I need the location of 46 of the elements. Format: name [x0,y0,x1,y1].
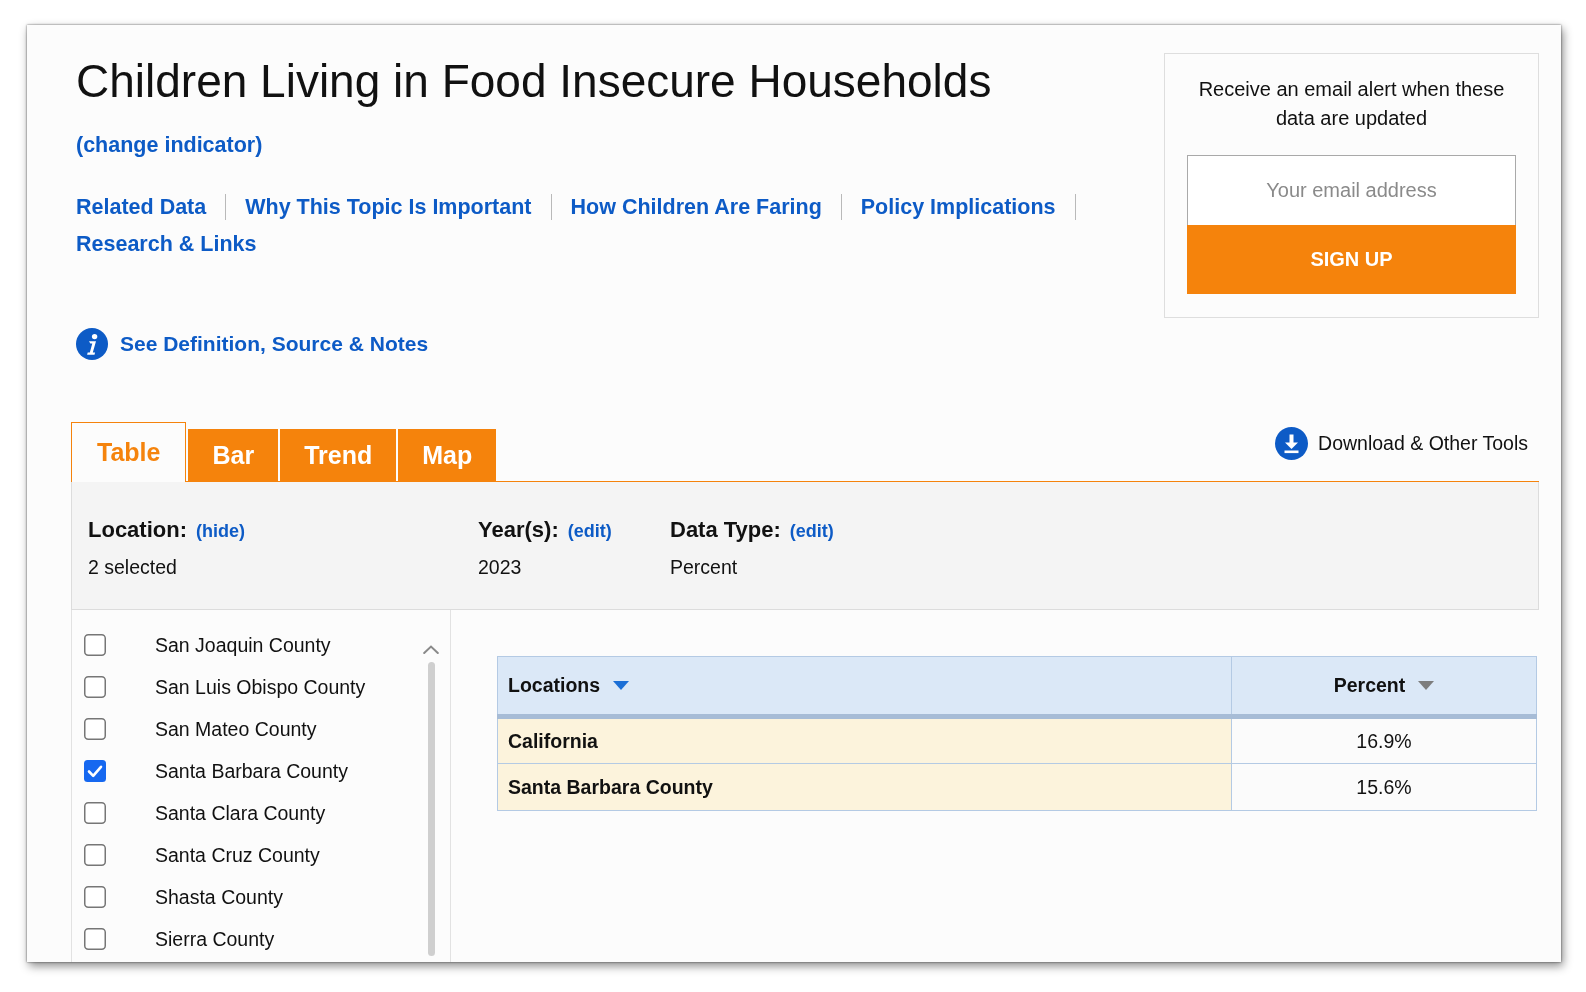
filter-value: Percent [670,555,739,580]
nav-link[interactable]: Related Data [76,193,207,220]
nav-link[interactable]: How Children Are Faring [570,193,822,220]
filter-link[interactable]: (hide) [196,521,245,542]
nav-link[interactable]: Research & Links [76,230,257,257]
table-cell: 16.9% [1231,716,1537,764]
location-name[interactable]: Shasta County [155,885,283,909]
checkbox[interactable] [84,760,106,782]
checkbox[interactable] [84,634,106,656]
info-icon [76,328,108,360]
email-field[interactable]: Your email address [1187,155,1516,225]
nav-link[interactable]: Policy Implications [860,193,1056,220]
page-title: Children Living in Food Insecure Households [76,54,993,109]
alert-message: Receive an email alert when these data are updated [1197,77,1506,131]
checkbox[interactable] [84,844,106,866]
checkbox[interactable] [84,886,106,908]
checkbox[interactable] [84,718,106,740]
table-cell: 15.6% [1231,763,1537,811]
filter-link[interactable]: (edit) [789,521,834,542]
location-name[interactable]: San Luis Obispo County [155,675,366,699]
filter-label: Year(s): [478,517,559,543]
filter-label: Location: [88,517,187,543]
location-name[interactable]: San Mateo County [155,717,317,741]
column-header[interactable]: Percent [1231,656,1537,717]
definition-link[interactable]: See Definition, Source & Notes [76,328,429,360]
nav-link[interactable]: Why This Topic Is Important [245,193,532,220]
location-name[interactable]: Santa Clara County [155,801,326,825]
location-name[interactable]: San Joaquin County [155,633,331,657]
checkbox[interactable] [84,676,106,698]
change-indicator-link[interactable]: (change indicator) [76,132,263,158]
column-header[interactable]: Locations [497,656,1232,717]
scrollbar-thumb[interactable] [427,662,435,956]
table-cell: California [497,716,1232,764]
checkbox[interactable] [84,928,106,950]
filter-link[interactable]: (edit) [567,521,612,542]
chevron-up-icon[interactable] [423,645,439,654]
download-icon [1275,427,1309,460]
location-name[interactable]: Sierra County [155,927,275,951]
filter-value: 2 selected [88,555,178,580]
filter-label: Data Type: [670,517,781,543]
location-name[interactable]: Santa Barbara County [155,759,348,783]
filter-value: 2023 [478,555,523,580]
download-link[interactable]: Download & Other Tools [1275,427,1528,460]
table-cell: Santa Barbara County [497,763,1232,811]
location-name[interactable]: Santa Cruz County [155,843,320,867]
checkbox[interactable] [84,802,106,824]
